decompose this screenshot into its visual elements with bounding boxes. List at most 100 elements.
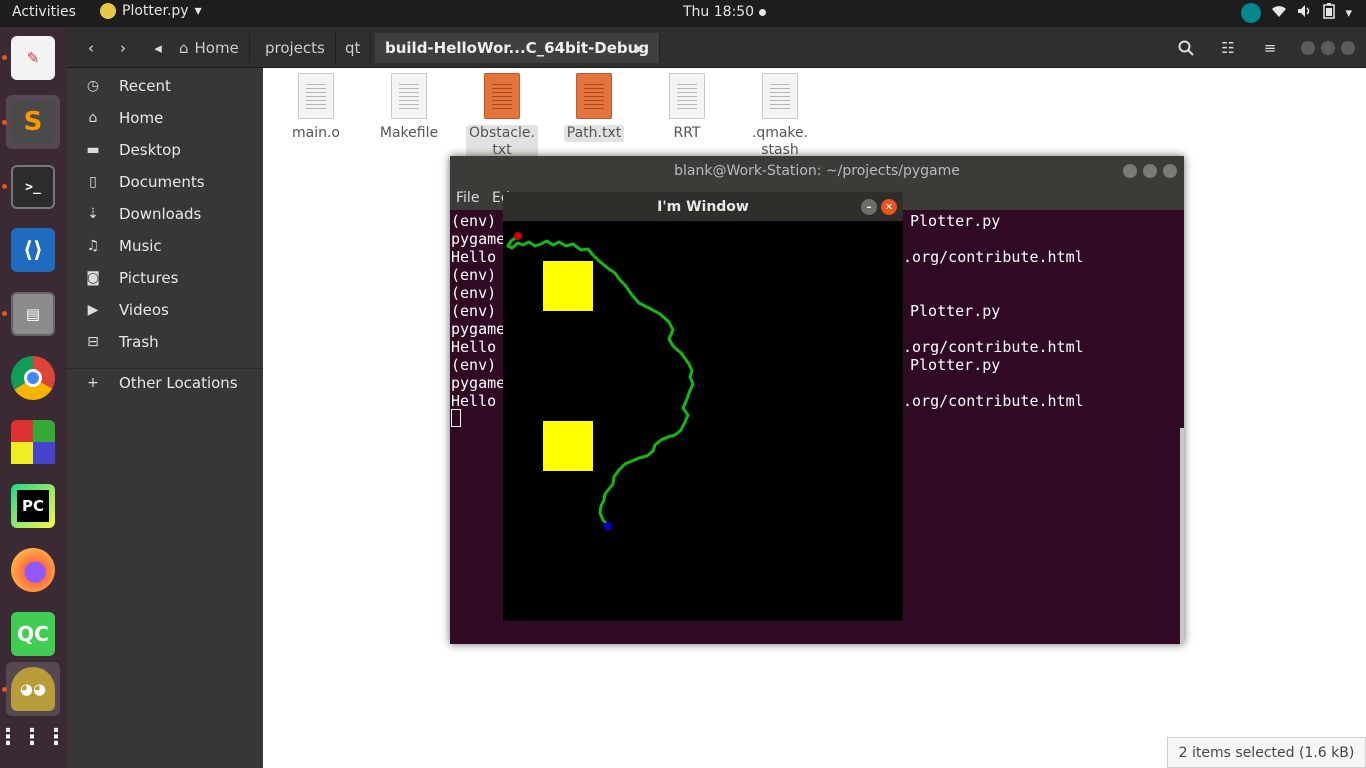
- close-button[interactable]: [1341, 35, 1355, 61]
- minecraft-icon: [11, 420, 55, 464]
- dock-pygame[interactable]: ◕◕: [6, 662, 60, 716]
- notification-dot-icon: [759, 8, 767, 16]
- menu-file[interactable]: File: [456, 190, 479, 206]
- running-indicator: [2, 687, 7, 692]
- sidebar-item-label: Desktop: [119, 141, 181, 159]
- minimize-icon: –: [866, 201, 872, 213]
- camera-icon: ◙: [86, 270, 100, 286]
- sidebar-item-label: Pictures: [119, 269, 179, 287]
- file-item[interactable]: Path.txt: [554, 73, 634, 142]
- sidebar-item-label: Other Locations: [119, 374, 238, 392]
- file-item[interactable]: RRT: [647, 73, 727, 142]
- clock-icon: ◷: [86, 78, 100, 94]
- top-bar: Activities Plotter.py ▾ Thu 18:50 ▾: [0, 0, 1366, 27]
- path-scroll-left-button[interactable]: ◂: [151, 35, 165, 61]
- terminal-scrollbar[interactable]: [1180, 428, 1184, 644]
- arduino-icon[interactable]: [1241, 3, 1262, 23]
- pygame-titlebar[interactable]: I'm Window – ✕: [503, 192, 903, 221]
- dock-file-cabinet[interactable]: ▤: [6, 287, 60, 341]
- sidebar-item-recent[interactable]: ◷ Recent: [67, 70, 263, 102]
- sidebar-item-documents[interactable]: ▯ Documents: [67, 166, 263, 198]
- clock[interactable]: Thu 18:50: [683, 4, 767, 20]
- close-icon: [1341, 41, 1355, 55]
- file-item[interactable]: Obstacle. txt: [462, 73, 542, 159]
- file-name: Obstacle. txt: [466, 125, 538, 159]
- pygame-canvas[interactable]: [503, 221, 903, 621]
- dock-minecraft[interactable]: [6, 415, 60, 469]
- sidebar-item-pictures[interactable]: ◙ Pictures: [67, 262, 263, 294]
- back-button[interactable]: ‹: [77, 35, 105, 61]
- sidebar-item-home[interactable]: ⌂ Home: [67, 102, 263, 134]
- home-icon: ⌂: [179, 39, 189, 57]
- dock-text-editor[interactable]: ✎: [6, 31, 60, 85]
- file-item[interactable]: Makefile: [369, 73, 449, 142]
- download-icon: ⇣: [87, 206, 99, 222]
- sidebar-item-desktop[interactable]: ▬ Desktop: [67, 134, 263, 166]
- breadcrumb-label: qt: [345, 39, 361, 57]
- view-options-button[interactable]: ☷: [1213, 35, 1243, 61]
- breadcrumb-current[interactable]: build-HelloWor...C_64bit-Debug: [375, 33, 661, 63]
- running-indicator: [2, 55, 7, 60]
- breadcrumb-home[interactable]: ⌂ Home: [169, 33, 250, 63]
- close-button[interactable]: [1163, 164, 1177, 178]
- terminal-line: pygame: [451, 320, 506, 338]
- file-manager-header: ‹ › ◂ ⌂ Home projects qt build-HelloWor.…: [67, 27, 1366, 68]
- sidebar-item-other-locations[interactable]: + Other Locations: [67, 367, 263, 399]
- chevron-down-icon[interactable]: ▾: [1345, 6, 1352, 21]
- terminal-line: pygame: [451, 374, 506, 392]
- dock-firefox[interactable]: [6, 543, 60, 597]
- file-item[interactable]: main.o: [276, 73, 356, 142]
- folder-icon: ▬: [86, 142, 100, 158]
- text-file-icon: [391, 73, 427, 119]
- hamburger-menu-icon: ≡: [1263, 39, 1277, 57]
- dock-vscode[interactable]: ⟨⟩: [6, 223, 60, 277]
- battery-icon[interactable]: [1323, 3, 1336, 23]
- obstacle: [543, 421, 593, 471]
- activities-button[interactable]: Activities: [12, 4, 76, 20]
- dock-terminal[interactable]: >_: [6, 160, 60, 214]
- maximize-button[interactable]: [1321, 35, 1335, 61]
- minimize-button[interactable]: [1301, 35, 1315, 61]
- volume-icon[interactable]: [1297, 4, 1313, 22]
- minimize-button[interactable]: [1123, 164, 1137, 178]
- terminal-line: Plotter.py: [910, 302, 1001, 320]
- app-menu[interactable]: Plotter.py ▾: [100, 3, 202, 19]
- dock-chrome[interactable]: [6, 351, 60, 405]
- dock-sublime-text[interactable]: S: [6, 95, 60, 149]
- search-button[interactable]: [1171, 35, 1201, 61]
- path-scroll-right-button[interactable]: ▸: [633, 35, 647, 61]
- breadcrumb-qt[interactable]: qt: [335, 33, 372, 63]
- terminal-line: (env): [451, 212, 497, 230]
- trash-icon: ⊟: [87, 334, 99, 350]
- breadcrumb-projects[interactable]: projects: [255, 33, 336, 63]
- document-icon: ▯: [89, 174, 97, 190]
- terminal-titlebar[interactable]: blank@Work-Station: ~/projects/pygame: [450, 156, 1184, 186]
- firefox-icon: [11, 548, 55, 592]
- dock-qt-creator[interactable]: QC: [6, 607, 60, 661]
- dock-pycharm[interactable]: PC: [6, 479, 60, 533]
- selection-status: 2 items selected (1.6 kB): [1167, 737, 1366, 768]
- system-tray[interactable]: ▾: [1241, 3, 1352, 23]
- maximize-button[interactable]: [1143, 164, 1157, 178]
- vscode-icon: ⟨⟩: [11, 228, 55, 272]
- list-view-icon: ☷: [1221, 39, 1235, 57]
- close-button[interactable]: ✕: [881, 199, 897, 215]
- breadcrumb-label: build-HelloWor...C_64bit-Debug: [385, 39, 650, 57]
- terminal-line: pygame: [451, 230, 506, 248]
- running-indicator: [2, 311, 7, 316]
- breadcrumb-label: Home: [194, 39, 239, 57]
- sidebar-item-downloads[interactable]: ⇣ Downloads: [67, 198, 263, 230]
- show-applications-button[interactable]: ⋮⋮⋮: [0, 711, 67, 765]
- sidebar-item-videos[interactable]: ▶ Videos: [67, 294, 263, 326]
- wifi-icon[interactable]: [1271, 4, 1287, 22]
- sidebar-item-trash[interactable]: ⊟ Trash: [67, 326, 263, 358]
- running-indicator: [2, 184, 7, 189]
- minimize-button[interactable]: –: [861, 199, 877, 215]
- sidebar-item-music[interactable]: ♫ Music: [67, 230, 263, 262]
- qt-creator-icon: QC: [11, 612, 55, 656]
- forward-button[interactable]: ›: [109, 35, 137, 61]
- terminal-cursor: [451, 409, 461, 427]
- chevron-down-icon: ▾: [194, 3, 202, 19]
- menu-button[interactable]: ≡: [1255, 35, 1285, 61]
- file-item[interactable]: .qmake. stash: [740, 73, 820, 159]
